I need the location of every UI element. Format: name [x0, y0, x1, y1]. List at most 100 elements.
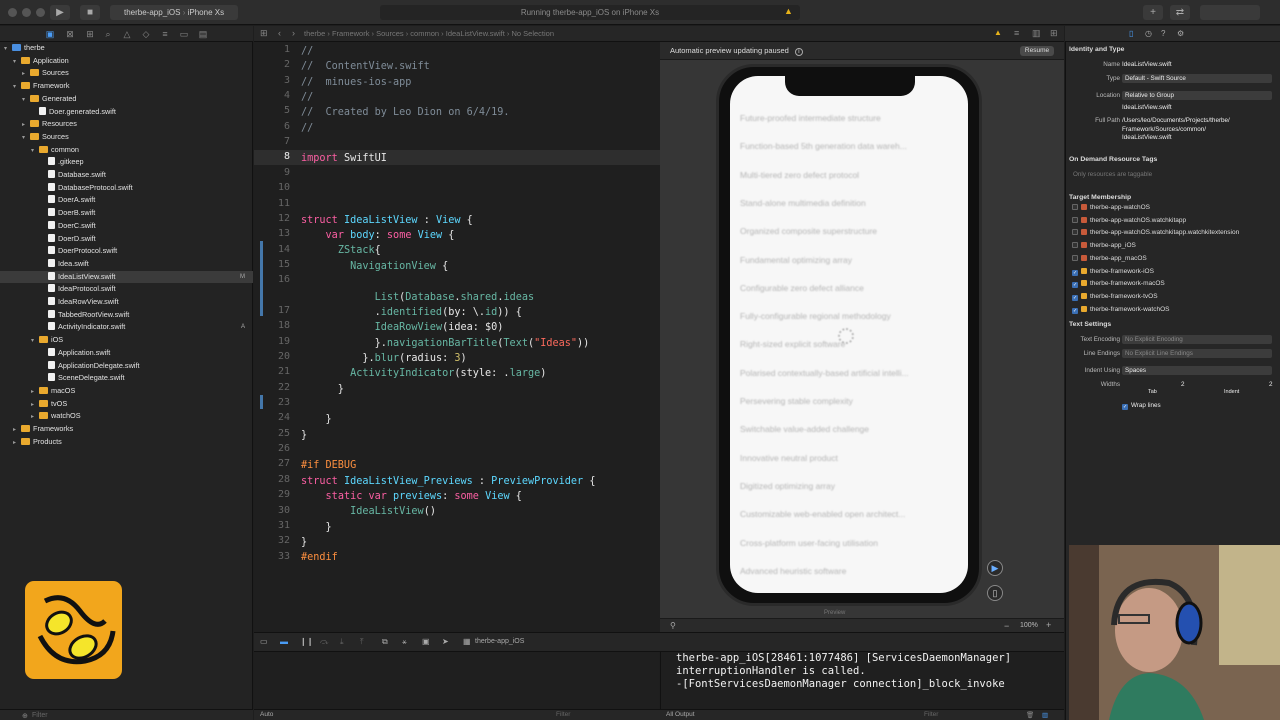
folder-item[interactable]: ▸ Frameworks	[0, 423, 253, 436]
folder-item[interactable]: ▾ Framework	[0, 80, 253, 93]
output-selector[interactable]: All Output	[666, 711, 695, 718]
checkbox[interactable]	[1072, 254, 1078, 261]
step-out-icon[interactable]: ⤒	[360, 637, 364, 647]
target-membership-item[interactable]: therbe-app-watchOS.watchkitapp	[1072, 215, 1186, 227]
step-in-icon[interactable]: ⤓	[340, 637, 344, 647]
location-icon[interactable]: ➤	[442, 637, 449, 646]
disclosure-triangle-icon[interactable]: ▸	[13, 437, 21, 450]
run-button[interactable]: ▶	[50, 5, 70, 20]
file-item[interactable]: DoerB.swift	[0, 207, 253, 220]
help-inspector-icon[interactable]: ?	[1161, 29, 1165, 38]
console-output[interactable]: therbe-app_iOS[28461:1077486] [ServicesD…	[660, 652, 1064, 709]
code-text[interactable]: // // ContentView.swift // minues-ios-ap…	[301, 44, 595, 566]
folder-item[interactable]: ▸ watchOS	[0, 410, 253, 423]
warning-icon[interactable]: ▲	[784, 6, 793, 16]
file-item[interactable]: Doer.generated.swift	[0, 106, 253, 119]
zoom-window-button[interactable]	[36, 8, 45, 17]
target-membership-item[interactable]: ✓ therbe-framework-tvOS	[1072, 291, 1158, 303]
environment-icon[interactable]: ▣	[422, 637, 430, 646]
checkbox[interactable]	[1072, 229, 1078, 236]
checkbox[interactable]: ✓	[1072, 269, 1078, 276]
view-hierarchy-icon[interactable]: ⧉	[382, 637, 388, 647]
checkbox[interactable]: ✓	[1072, 282, 1078, 289]
checkbox[interactable]: ✓	[1072, 294, 1078, 301]
breadcrumb-item[interactable]: › common	[404, 29, 439, 38]
forward-arrow-icon[interactable]: ›	[292, 28, 295, 38]
navigator-filter-input[interactable]: Filter	[32, 712, 48, 719]
file-item[interactable]: DatabaseProtocol.swift	[0, 182, 253, 195]
scheme-selector[interactable]: therbe-app_iOS › iPhone Xs	[110, 5, 238, 20]
file-item[interactable]: DoerC.swift	[0, 220, 253, 233]
endings-popup[interactable]: No Explicit Line Endings	[1122, 349, 1272, 358]
file-item[interactable]: .gitkeep	[0, 156, 253, 169]
file-item[interactable]: ActivityIndicator.swift A	[0, 321, 253, 334]
code-review-button[interactable]: ⇄	[1170, 5, 1190, 20]
hide-debug-area-icon[interactable]: ▭	[260, 637, 268, 646]
file-item[interactable]: DoerA.swift	[0, 194, 253, 207]
checkbox[interactable]	[1072, 216, 1078, 223]
file-item[interactable]: Database.swift	[0, 169, 253, 182]
breadcrumb-item[interactable]: › IdeaListView.swift	[439, 29, 505, 38]
target-membership-item[interactable]: ✓ therbe-framework-macOS	[1072, 278, 1165, 290]
file-inspector-icon[interactable]: ▯	[1129, 29, 1133, 38]
attributes-inspector-icon[interactable]: ⚙	[1177, 29, 1184, 38]
add-button[interactable]: +	[1143, 5, 1163, 20]
folder-item[interactable]: ▸ Products	[0, 436, 253, 449]
file-item[interactable]: TabbedRootView.swift	[0, 309, 253, 322]
folder-item[interactable]: ▾ Sources	[0, 131, 253, 144]
history-inspector-icon[interactable]: ◷	[1145, 29, 1152, 38]
minimize-window-button[interactable]	[22, 8, 31, 17]
auto-selector[interactable]: Auto	[260, 711, 273, 718]
folder-item[interactable]: ▾ iOS	[0, 334, 253, 347]
breadcrumb-item[interactable]: › No Selection	[505, 29, 554, 38]
wrap-lines-checkbox[interactable]: ✓ Wrap lines	[1122, 402, 1161, 410]
warning-icon[interactable]: ▲	[994, 28, 1002, 37]
indent-width-field[interactable]: 2	[1269, 381, 1273, 388]
debug-navigator-icon[interactable]: ≡	[159, 28, 171, 40]
tab-width-field[interactable]: 2	[1181, 381, 1185, 388]
folder-item[interactable]: ▸ tvOS	[0, 398, 253, 411]
source-editor[interactable]: 1 2 3 4 5 6 7 8 9 10 11 12 13 14 15 16 17 18 19 20 21 22 23 24 2…	[254, 42, 660, 632]
split-view-icon[interactable]: ▥	[1042, 711, 1048, 719]
folder-item[interactable]: ▸ macOS	[0, 385, 253, 398]
preview-on-device-button[interactable]: ▯	[987, 585, 1003, 601]
folder-item[interactable]: ▸ Resources	[0, 118, 253, 131]
breakpoint-navigator-icon[interactable]: ▭	[178, 28, 190, 40]
folder-item[interactable]: ▾ Generated	[0, 93, 253, 106]
checkbox[interactable]	[1072, 204, 1078, 210]
zoom-out-icon[interactable]: −	[1004, 621, 1009, 631]
issue-navigator-icon[interactable]: △	[121, 28, 133, 40]
checkbox[interactable]: ✓	[1072, 307, 1078, 314]
symbol-navigator-icon[interactable]: ⊞	[84, 28, 96, 40]
project-item[interactable]: ▾ therbe	[0, 42, 253, 55]
source-control-icon[interactable]: ⊠	[64, 28, 76, 40]
encoding-popup[interactable]: No Explicit Encoding	[1122, 335, 1272, 344]
folder-item[interactable]: ▾ common	[0, 144, 253, 157]
trash-icon[interactable]: 🗑	[1026, 711, 1034, 719]
name-field[interactable]: IdeaListView.swift	[1122, 61, 1172, 68]
add-editor-icon[interactable]: ⊞	[1050, 28, 1058, 39]
location-popup[interactable]: Relative to Group	[1122, 91, 1272, 100]
folder-item[interactable]: ▸ Sources	[0, 67, 253, 80]
related-items-icon[interactable]: ⊞	[260, 28, 268, 39]
breadcrumb-item[interactable]: › Sources	[369, 29, 404, 38]
file-item[interactable]: IdeaProtocol.swift	[0, 283, 253, 296]
file-item[interactable]: SceneDelegate.swift	[0, 372, 253, 385]
target-membership-item[interactable]: ✓ therbe-framework-iOS	[1072, 266, 1154, 278]
split-editor-icon[interactable]: ▥	[1032, 28, 1041, 39]
file-item[interactable]: Idea.swift	[0, 258, 253, 271]
target-membership-item[interactable]: therbe-app-watchOS	[1072, 202, 1150, 214]
target-membership-item[interactable]: therbe-app_iOS	[1072, 240, 1136, 252]
stop-button[interactable]: ■	[80, 5, 100, 20]
project-navigator-icon[interactable]: ▣	[44, 28, 56, 40]
checkbox[interactable]	[1072, 242, 1078, 249]
console-filter-input[interactable]: Filter	[924, 711, 938, 718]
breadcrumb[interactable]: therbe › Framework › Sources › common › …	[304, 26, 554, 42]
resume-button[interactable]: Resume	[1020, 46, 1054, 56]
breadcrumb-item[interactable]: › Framework	[325, 29, 369, 38]
variables-filter-input[interactable]: Filter	[556, 711, 570, 718]
file-item[interactable]: DoerProtocol.swift	[0, 245, 253, 258]
memory-graph-icon[interactable]: ⚹	[402, 637, 407, 647]
target-membership-item[interactable]: therbe-app_macOS	[1072, 253, 1147, 265]
adjust-editor-icon[interactable]: ≡	[1014, 28, 1019, 38]
